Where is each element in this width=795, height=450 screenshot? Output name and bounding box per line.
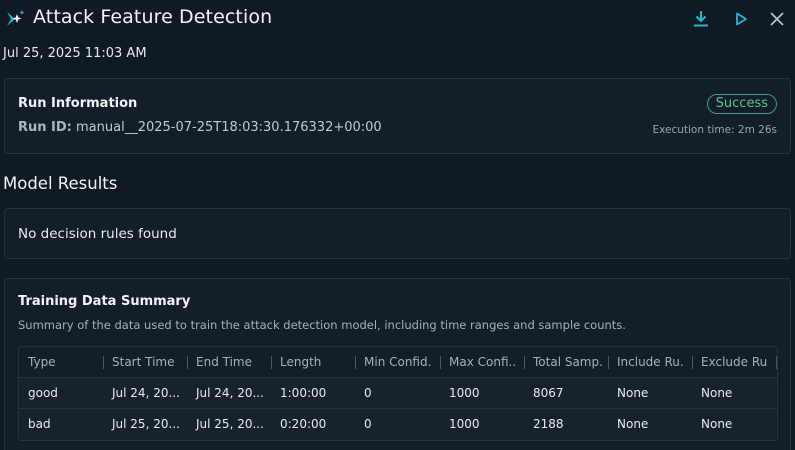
table-cell: 0 xyxy=(364,417,372,431)
column-header[interactable]: End Time xyxy=(187,347,271,378)
run-id: Run ID: manual__2025-07-25T18:03:30.1763… xyxy=(18,120,382,135)
table-cell: Jul 24, 20... xyxy=(196,386,264,400)
table-cell: 2188 xyxy=(533,417,564,431)
column-header[interactable]: Exclude Ru... xyxy=(692,347,768,378)
column-header[interactable]: Type xyxy=(19,347,103,378)
run-id-value: manual__2025-07-25T18:03:30.176332+00:00 xyxy=(76,120,382,135)
sparkle-icon xyxy=(7,10,25,26)
column-header[interactable]: Start Time xyxy=(103,347,187,378)
dialog-header: Attack Feature Detection xyxy=(0,0,795,40)
table-cell: 1000 xyxy=(449,386,480,400)
model-results-title: Model Results xyxy=(3,174,118,193)
table-cell: None xyxy=(617,417,649,431)
table-cell: 1000 xyxy=(449,417,480,431)
table-cell: None xyxy=(701,417,733,431)
table-cell: 1:00:00 xyxy=(280,386,327,400)
table-cell: Jul 25, 20... xyxy=(196,417,264,431)
run-id-label: Run ID: xyxy=(18,120,72,135)
execution-time: Execution time: 2m 26s xyxy=(652,124,777,136)
column-header[interactable]: Include Ru... xyxy=(608,347,684,378)
page-title: Attack Feature Detection xyxy=(33,6,273,28)
table-cell: bad xyxy=(28,417,51,431)
status-badge: Success xyxy=(706,94,777,114)
table-cell: 0 xyxy=(364,386,372,400)
table-row[interactable]: good Jul 24, 20... Jul 24, 20... 1:00:00… xyxy=(19,378,777,409)
no-rules-message: No decision rules found xyxy=(18,226,177,242)
download-icon[interactable] xyxy=(691,9,711,29)
training-data-table: Type Start Time End Time Length Min Conf… xyxy=(18,346,778,441)
training-summary-description: Summary of the data used to train the at… xyxy=(18,318,626,332)
table-cell: None xyxy=(617,386,649,400)
decision-rules-card: No decision rules found xyxy=(4,208,791,259)
column-header[interactable]: Total Samp... xyxy=(524,347,602,378)
column-header[interactable]: Length xyxy=(271,347,355,378)
column-resize-handle[interactable] xyxy=(776,356,777,369)
table-row[interactable]: bad Jul 25, 20... Jul 25, 20... 0:20:00 … xyxy=(19,409,777,440)
run-information-card: Run Information Run ID: manual__2025-07-… xyxy=(4,78,791,154)
run-information-title: Run Information xyxy=(18,96,138,111)
training-summary-title: Training Data Summary xyxy=(18,294,191,309)
close-icon[interactable] xyxy=(767,9,787,29)
table-cell: Jul 24, 20... xyxy=(112,386,180,400)
run-timestamp: Jul 25, 2025 11:03 AM xyxy=(3,46,147,61)
table-cell: Jul 25, 20... xyxy=(112,417,180,431)
table-cell: 8067 xyxy=(533,386,564,400)
table-cell: 0:20:00 xyxy=(280,417,327,431)
column-header[interactable]: Max Confi... xyxy=(440,347,516,378)
table-cell: None xyxy=(701,386,733,400)
play-icon[interactable] xyxy=(731,9,751,29)
table-header-row: Type Start Time End Time Length Min Conf… xyxy=(19,347,777,378)
column-header[interactable]: Min Confid... xyxy=(355,347,431,378)
table-cell: good xyxy=(28,386,58,400)
training-data-summary-card: Training Data Summary Summary of the dat… xyxy=(4,278,791,450)
